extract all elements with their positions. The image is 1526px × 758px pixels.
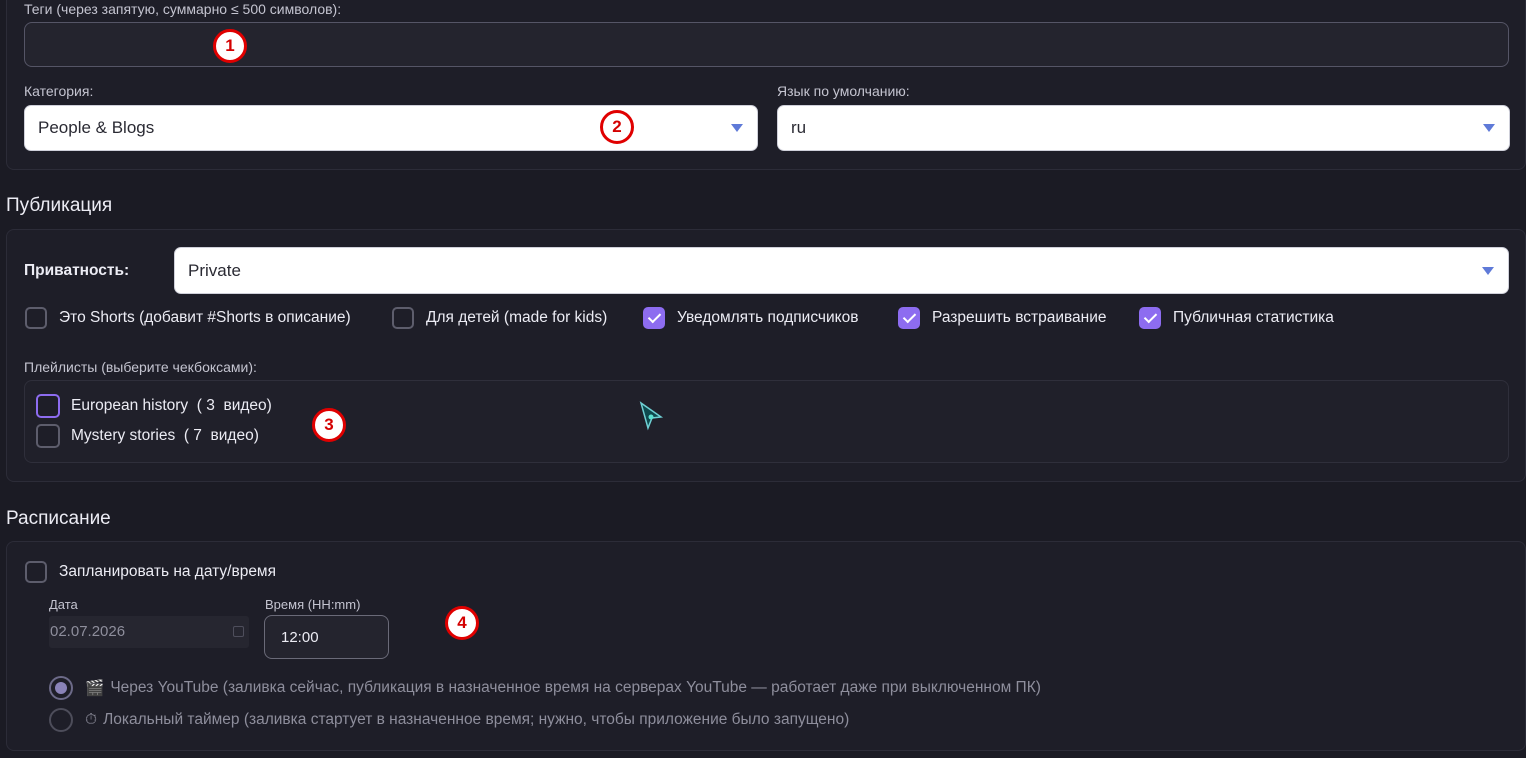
checkbox-box[interactable]: [392, 307, 414, 329]
playlist-item[interactable]: Mystery stories ( 7 видео): [36, 424, 259, 448]
annotation-marker-1: 1: [213, 29, 247, 63]
schedule-mode-local[interactable]: ⏱ Локальный таймер (заливка стартует в н…: [49, 708, 849, 732]
schedule-enable-label: Запланировать на дату/время: [59, 563, 276, 580]
radio-button[interactable]: [49, 676, 73, 700]
privacy-select-value: Private: [188, 260, 241, 280]
stopwatch-icon: ⏱: [85, 711, 98, 728]
category-select[interactable]: People & Blogs: [24, 105, 758, 151]
playlists-label: Плейлисты (выберите чекбоксами):: [24, 359, 257, 375]
playlist-item[interactable]: European history ( 3 видео): [36, 394, 272, 418]
public-stats-checkbox-label: Публичная статистика: [1173, 309, 1334, 326]
checkbox-box[interactable]: [25, 561, 47, 583]
radio-button[interactable]: [49, 708, 73, 732]
date-input-value: 02.07.2026: [50, 623, 126, 640]
playlist-item-label: European history ( 3 видео): [71, 397, 272, 414]
made-for-kids-checkbox-label: Для детей (made for kids): [426, 309, 608, 326]
language-select-value: ru: [791, 118, 807, 137]
schedule-mode-youtube-label: Через YouTube (заливка сейчас, публикаци…: [110, 679, 1041, 696]
allow-embedding-checkbox[interactable]: Разрешить встраивание: [898, 307, 1107, 329]
schedule-enable-checkbox[interactable]: Запланировать на дату/время: [25, 561, 276, 583]
shorts-checkbox[interactable]: Это Shorts (добавит #Shorts в описание): [25, 307, 351, 329]
privacy-label: Приватность:: [24, 262, 130, 279]
time-input[interactable]: 12:00: [264, 615, 389, 659]
schedule-title: Расписание: [6, 508, 111, 529]
notify-subscribers-checkbox[interactable]: Уведомлять подписчиков: [643, 307, 858, 329]
annotation-marker-4: 4: [445, 606, 479, 640]
made-for-kids-checkbox[interactable]: Для детей (made for kids): [392, 307, 607, 329]
annotation-marker-2: 2: [600, 110, 634, 144]
publication-title: Публикация: [6, 195, 113, 216]
chevron-down-icon: [1483, 124, 1495, 132]
language-select[interactable]: ru: [777, 105, 1510, 151]
checkbox-box[interactable]: [36, 424, 60, 448]
public-stats-checkbox[interactable]: Публичная статистика: [1139, 307, 1334, 329]
time-input-value: 12:00: [281, 629, 319, 646]
annotation-marker-3: 3: [312, 408, 346, 442]
category-label: Категория:: [24, 83, 94, 99]
tags-label: Теги (через запятую, суммарно ≤ 500 симв…: [24, 1, 342, 17]
playlist-item-label: Mystery stories ( 7 видео): [71, 427, 259, 444]
calendar-icon[interactable]: [233, 626, 244, 637]
chevron-down-icon: [731, 124, 743, 132]
checkbox-box[interactable]: [25, 307, 47, 329]
checkmark-icon[interactable]: [643, 307, 665, 329]
playlists-box: [24, 380, 1509, 463]
cursor-icon: [639, 401, 664, 431]
schedule-mode-local-label: Локальный таймер (заливка стартует в наз…: [103, 711, 850, 728]
checkbox-box[interactable]: [36, 394, 60, 418]
time-label: Время (HH:mm): [265, 597, 361, 612]
category-select-value: People & Blogs: [38, 118, 155, 137]
shorts-checkbox-label: Это Shorts (добавит #Shorts в описание): [59, 309, 351, 326]
chevron-down-icon: [1482, 266, 1494, 275]
checkmark-icon[interactable]: [898, 307, 920, 329]
clapper-board-icon: 🎬: [85, 679, 105, 697]
schedule-mode-youtube[interactable]: 🎬 Через YouTube (заливка сейчас, публика…: [49, 676, 1041, 700]
allow-embedding-checkbox-label: Разрешить встраивание: [932, 309, 1107, 326]
checkmark-icon[interactable]: [1139, 307, 1161, 329]
notify-subscribers-checkbox-label: Уведомлять подписчиков: [677, 309, 859, 326]
language-label: Язык по умолчанию:: [777, 83, 910, 99]
date-input[interactable]: 02.07.2026: [49, 616, 249, 648]
date-label: Дата: [49, 597, 78, 612]
privacy-select[interactable]: Private: [174, 247, 1509, 294]
